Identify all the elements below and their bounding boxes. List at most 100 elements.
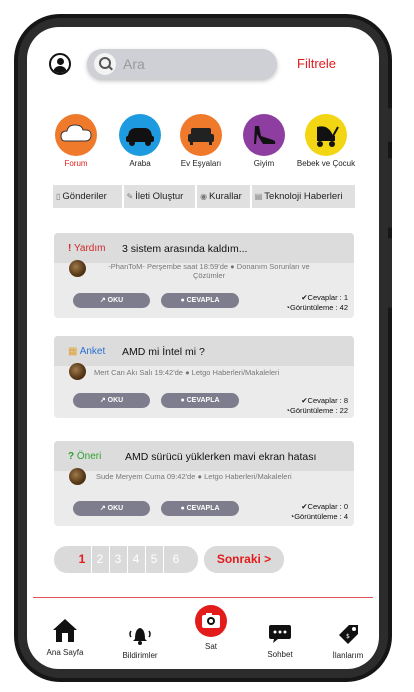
- views-count: ◔Görüntüleme : 4: [289, 512, 348, 521]
- filter-button[interactable]: Filtrele: [297, 56, 336, 71]
- nav-label: Bildirimler: [122, 651, 158, 660]
- nav-label: İlanlarım: [332, 651, 364, 660]
- post-title[interactable]: AMD sürücü yüklerken mavi ekran hatası: [125, 451, 316, 463]
- side-button-power: [388, 238, 392, 308]
- app-screen: Filtrele Forum Araba Ev Eşyaları Giyim B…: [27, 27, 379, 669]
- post-meta-line: Çözümler: [192, 271, 226, 280]
- page-5[interactable]: 5: [146, 546, 162, 573]
- post-tag-label: Yardım: [73, 243, 106, 254]
- post-title[interactable]: AMD mi İntel mi ?: [122, 346, 205, 358]
- car-icon: [119, 114, 161, 156]
- pencil-icon: ✎: [126, 192, 134, 201]
- tab-gonderiler[interactable]: ▯ Gönderiler: [53, 185, 122, 208]
- reply-button-label: CEVAPLA: [186, 397, 220, 404]
- page-4[interactable]: 4: [128, 546, 144, 573]
- category-bebek-cocuk[interactable]: Bebek ve Çocuk: [294, 114, 358, 168]
- post-title[interactable]: 3 sistem arasında kaldım...: [122, 243, 247, 255]
- question-icon: ?: [68, 451, 75, 462]
- replies-count: ✔Cevaplar : 8: [301, 396, 348, 405]
- next-page-button[interactable]: Sonraki >: [204, 546, 284, 573]
- replies-count: ✔Cevaplar : 1: [301, 293, 348, 302]
- post-meta-line: -PhanToM- Perşembe saat 18:59'de ● Donan…: [108, 262, 310, 271]
- reply-button-label: CEVAPLA: [186, 505, 220, 512]
- nav-label: Sohbet: [267, 650, 293, 659]
- camera-icon: [195, 605, 227, 637]
- read-button[interactable]: ↗ OKU: [73, 393, 150, 408]
- avatar[interactable]: [69, 468, 86, 485]
- post-card[interactable]: ? Öneri AMD sürücü yüklerken mavi ekran …: [54, 441, 354, 526]
- post-tag: ▦ Anket: [68, 346, 105, 357]
- post-card[interactable]: ▦ Anket AMD mi İntel mi ? Mert Can Akı S…: [54, 336, 354, 418]
- external-link-icon: ↗: [99, 397, 108, 404]
- nav-my-listings[interactable]: $ İlanlarım: [318, 623, 378, 660]
- post-tag-label: Anket: [79, 346, 106, 357]
- poll-icon: ▦: [68, 346, 78, 357]
- post-card[interactable]: ! Yardım 3 sistem arasında kaldım... -Ph…: [54, 233, 354, 318]
- category-label: Giyim: [253, 159, 275, 168]
- read-button[interactable]: ↗ OKU: [73, 501, 150, 516]
- nav-notifications[interactable]: Bildirimler: [110, 623, 170, 660]
- reply-button[interactable]: ● CEVAPLA: [161, 293, 239, 308]
- book-icon: ▤: [254, 192, 263, 201]
- nav-home[interactable]: Ana Sayfa: [35, 617, 95, 657]
- side-button-top: [388, 108, 392, 142]
- search-bar[interactable]: [87, 49, 277, 79]
- post-meta: -PhanToM- Perşembe saat 18:59'de ● Donan…: [94, 262, 324, 280]
- category-forum[interactable]: Forum: [44, 114, 108, 168]
- search-icon: [94, 53, 116, 75]
- post-tag-label: Öneri: [76, 451, 102, 462]
- reply-button[interactable]: ● CEVAPLA: [161, 393, 239, 408]
- page-1[interactable]: 1: [74, 546, 90, 573]
- tab-label: Kurallar: [209, 191, 242, 202]
- tab-kurallar[interactable]: ◉ Kurallar: [197, 185, 250, 208]
- tab-label: Gönderiler: [62, 191, 107, 202]
- profile-icon[interactable]: [49, 53, 71, 75]
- tab-label: Teknoloji Haberleri: [264, 191, 343, 202]
- category-label: Araba: [129, 159, 151, 168]
- post-tag: ? Öneri: [68, 451, 101, 462]
- read-button-label: OKU: [107, 397, 124, 404]
- avatar[interactable]: [69, 363, 86, 380]
- cloud-icon: [55, 114, 97, 156]
- post-stats: ✔Cevaplar : 0 ◔Görüntüleme : 4: [290, 502, 348, 522]
- page-2[interactable]: 2: [92, 546, 108, 573]
- reply-button[interactable]: ● CEVAPLA: [161, 501, 239, 516]
- category-label: Bebek ve Çocuk: [296, 159, 356, 168]
- bell-icon: [129, 628, 151, 645]
- forum-toolbar: ▯ Gönderiler ✎ İleti Oluştur ◉ Kurallar ▤ Te…: [53, 185, 355, 208]
- avatar[interactable]: [69, 260, 86, 277]
- nav-divider: [33, 597, 373, 598]
- external-link-icon: ↗: [99, 505, 108, 512]
- category-ev-esyalari[interactable]: Ev Eşyaları: [169, 114, 233, 168]
- post-meta-line: Mert Can Akı Salı 19:42'de ● Letgo Haber…: [94, 368, 280, 377]
- svg-text:$: $: [346, 633, 350, 640]
- chat-icon: [269, 625, 291, 643]
- read-button[interactable]: ↗ OKU: [73, 293, 150, 308]
- sofa-icon: [180, 114, 222, 156]
- page-3[interactable]: 3: [110, 546, 126, 573]
- nav-sell[interactable]: Sat: [181, 604, 241, 651]
- tab-ileti-olustur[interactable]: ✎ İleti Oluştur: [123, 185, 196, 208]
- post-tag: ! Yardım: [68, 243, 105, 254]
- category-label: Ev Eşyaları: [180, 159, 222, 168]
- price-tag-icon: $: [339, 625, 358, 644]
- page-6[interactable]: 6: [168, 546, 184, 573]
- nav-label: Ana Sayfa: [46, 648, 84, 657]
- rules-icon: ◉: [200, 192, 208, 201]
- document-icon: ▯: [56, 192, 61, 201]
- category-giyim[interactable]: Giyim: [232, 114, 296, 168]
- replies-count: ✔Cevaplar : 0: [301, 502, 348, 511]
- home-icon: [53, 619, 77, 642]
- post-stats: ✔Cevaplar : 8 ◔Görüntüleme : 22: [286, 396, 348, 416]
- search-input[interactable]: [123, 54, 263, 74]
- category-araba[interactable]: Araba: [108, 114, 172, 168]
- read-button-label: OKU: [107, 505, 124, 512]
- nav-chat[interactable]: Sohbet: [250, 622, 310, 659]
- page-divider: [163, 546, 164, 573]
- post-meta-line: Sude Meryem Cuma 09:42'de ● Letgo Haberl…: [96, 472, 292, 481]
- views-count: ◔Görüntüleme : 42: [285, 303, 348, 312]
- tab-label: İleti Oluştur: [135, 191, 184, 202]
- post-meta: Mert Can Akı Salı 19:42'de ● Letgo Haber…: [94, 368, 279, 377]
- pagination: 1 2 3 4 5 6: [54, 546, 198, 573]
- tab-teknoloji-haberleri[interactable]: ▤ Teknoloji Haberleri: [251, 185, 355, 208]
